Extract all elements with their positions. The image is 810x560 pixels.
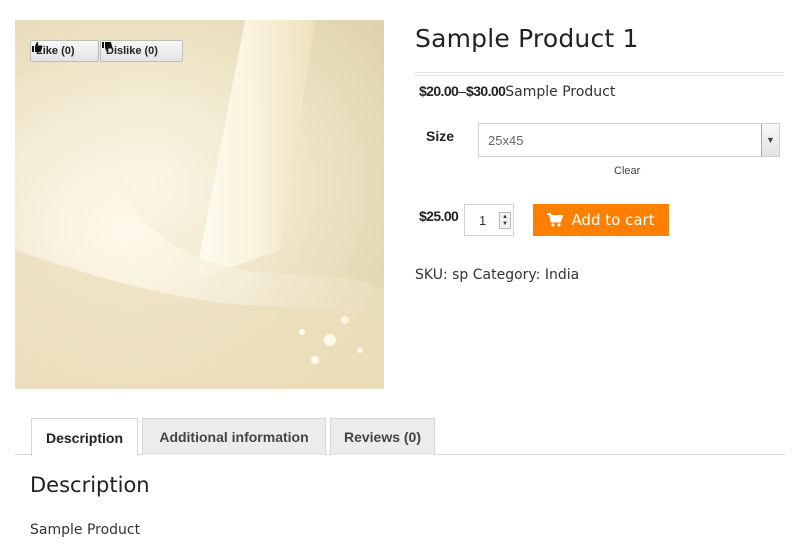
category-link[interactable]: India bbox=[545, 267, 579, 283]
description-heading: Description bbox=[30, 473, 150, 497]
title-divider bbox=[415, 72, 784, 73]
caret-down-icon[interactable]: ▼ bbox=[502, 221, 508, 228]
cart-icon bbox=[547, 213, 564, 227]
size-selected-value: 25x45 bbox=[488, 132, 524, 148]
description-text: Sample Product bbox=[30, 522, 141, 538]
size-label: Size bbox=[426, 128, 455, 144]
price-max: $30.00 bbox=[466, 83, 506, 99]
tab-additional-information[interactable]: Additional information bbox=[142, 418, 326, 455]
short-description: Sample Product bbox=[505, 84, 616, 100]
sku-value: sp bbox=[452, 267, 469, 283]
sku-label: SKU: bbox=[415, 267, 448, 283]
like-button[interactable]: Like (0) bbox=[30, 40, 99, 62]
title-divider-secondary bbox=[415, 75, 784, 76]
quantity-spin-buttons[interactable]: ▲ ▼ bbox=[499, 212, 511, 229]
tab-description[interactable]: Description bbox=[31, 418, 138, 456]
dislike-label: Dislike (0) bbox=[106, 45, 158, 57]
add-to-cart-button[interactable]: Add to cart bbox=[533, 204, 669, 236]
tab-reviews[interactable]: Reviews (0) bbox=[330, 418, 435, 455]
add-to-cart-label: Add to cart bbox=[571, 211, 655, 229]
product-image[interactable]: Like (0) Dislike (0) bbox=[15, 20, 384, 389]
price-range: $20.00–$30.00Sample Product bbox=[419, 83, 615, 100]
category-label: Category: bbox=[472, 267, 541, 283]
variation-price: $25.00 bbox=[419, 208, 459, 224]
chevron-down-icon[interactable]: ▼ bbox=[761, 124, 779, 156]
quantity-stepper[interactable]: 1 ▲ ▼ bbox=[464, 204, 514, 236]
product-meta: SKU: sp Category: India bbox=[415, 267, 579, 283]
price-separator: – bbox=[458, 83, 467, 99]
thumbs-up-icon bbox=[32, 42, 43, 52]
caret-up-icon[interactable]: ▲ bbox=[502, 214, 508, 221]
quantity-value: 1 bbox=[479, 212, 487, 228]
dislike-button[interactable]: Dislike (0) bbox=[100, 40, 183, 62]
clear-link[interactable]: Clear bbox=[614, 165, 640, 177]
thumbs-down-icon bbox=[102, 42, 113, 52]
price-min: $20.00 bbox=[419, 83, 459, 99]
milk-splash-illustration bbox=[15, 20, 384, 389]
size-select[interactable]: 25x45 ▼ bbox=[478, 123, 780, 157]
product-title: Sample Product 1 bbox=[415, 24, 639, 53]
